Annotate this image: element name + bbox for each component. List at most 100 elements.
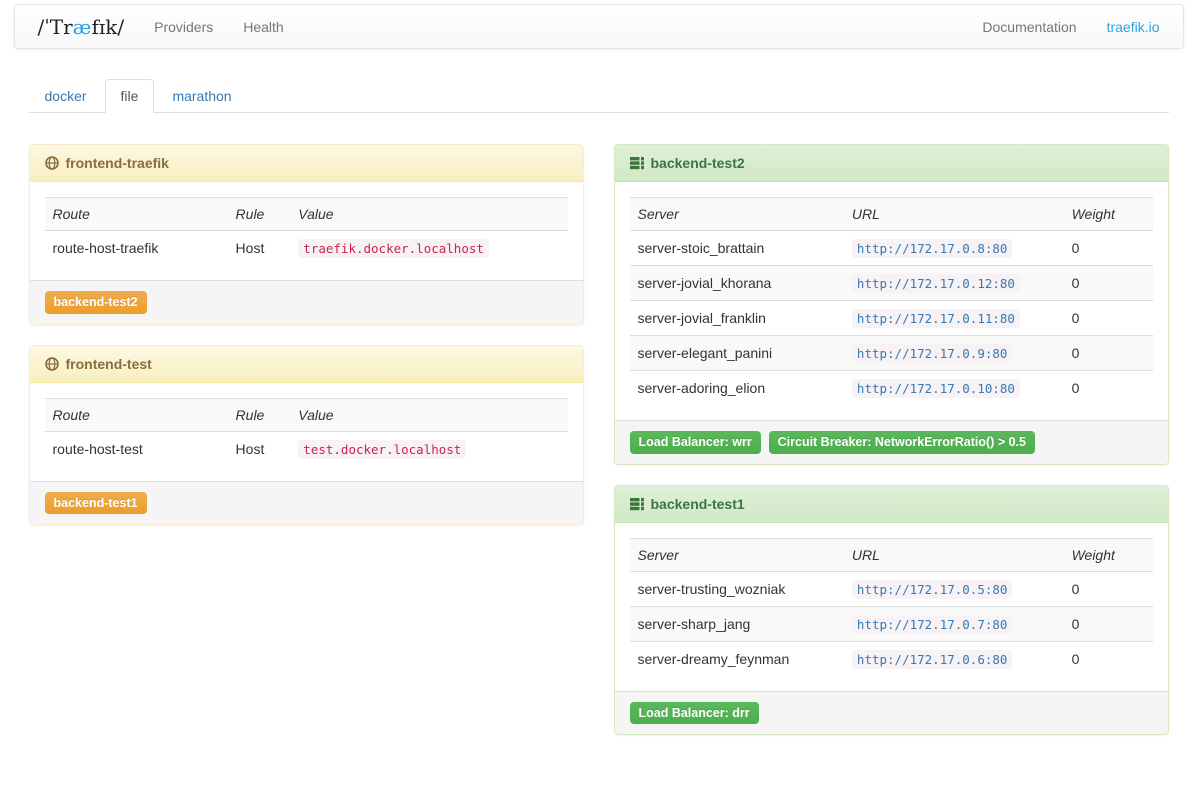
panel-body: Route Rule Value route-host-test Host te…	[30, 383, 583, 481]
table-row: server-elegant_panini http://172.17.0.9:…	[630, 336, 1153, 371]
server-url-link[interactable]: http://172.17.0.5:80	[852, 581, 1013, 597]
navbar-right: Documentation traefik.io	[967, 19, 1174, 35]
panel-footer: backend-test1	[30, 481, 583, 525]
table-row: server-dreamy_feynman http://172.17.0.6:…	[630, 641, 1153, 676]
server-weight: 0	[1064, 571, 1153, 606]
panel-heading: backend-test1	[615, 486, 1168, 523]
panel-backend-test2: backend-test2 Server URL Weight	[614, 144, 1169, 465]
route-rule: Host	[228, 431, 291, 466]
provider-tabs: docker file marathon	[29, 79, 1169, 113]
server-url-link[interactable]: http://172.17.0.7:80	[852, 616, 1013, 632]
server-weight: 0	[1064, 641, 1153, 676]
panel-heading: frontend-test	[30, 346, 583, 383]
table-row: server-sharp_jang http://172.17.0.7:80 0	[630, 606, 1153, 641]
table-row: server-trusting_wozniak http://172.17.0.…	[630, 571, 1153, 606]
server-weight: 0	[1064, 231, 1153, 266]
col-server: Server	[630, 198, 844, 231]
tab-marathon[interactable]: marathon	[156, 79, 247, 113]
circuit-breaker-badge: Circuit Breaker: NetworkErrorRatio() > 0…	[769, 431, 1035, 454]
table-row: route-host-test Host test.docker.localho…	[45, 431, 568, 466]
route-value: test.docker.localhost	[298, 440, 466, 459]
server-weight: 0	[1064, 371, 1153, 406]
route-rule: Host	[228, 231, 291, 266]
panel-title: backend-test2	[651, 155, 745, 171]
route-name: route-host-traefik	[45, 231, 228, 266]
server-name: server-jovial_khorana	[630, 266, 844, 301]
server-url-link[interactable]: http://172.17.0.6:80	[852, 651, 1013, 667]
col-weight: Weight	[1064, 198, 1153, 231]
globe-icon	[45, 156, 59, 170]
col-value: Value	[290, 198, 567, 231]
col-value: Value	[290, 398, 567, 431]
server-name: server-trusting_wozniak	[630, 571, 844, 606]
server-url-link[interactable]: http://172.17.0.10:80	[852, 380, 1020, 396]
route-name: route-host-test	[45, 431, 228, 466]
server-weight: 0	[1064, 336, 1153, 371]
panel-title: frontend-test	[66, 356, 152, 372]
frontends-column: frontend-traefik Route Rule Value	[29, 144, 584, 545]
servers-table: Server URL Weight server-stoic_brattain …	[630, 197, 1153, 405]
load-balancer-badge: Load Balancer: drr	[630, 702, 759, 725]
tasks-icon	[630, 497, 644, 511]
panel-body: Route Rule Value route-host-traefik Host…	[30, 182, 583, 280]
panel-footer: backend-test2	[30, 280, 583, 324]
routes-table: Route Rule Value route-host-traefik Host…	[45, 197, 568, 265]
brand-ae: æ	[73, 15, 92, 39]
server-name: server-adoring_elion	[630, 371, 844, 406]
panel-footer: Load Balancer: drr	[615, 691, 1168, 735]
tab-docker[interactable]: docker	[29, 79, 103, 113]
server-url-link[interactable]: http://172.17.0.9:80	[852, 345, 1013, 361]
server-name: server-dreamy_feynman	[630, 641, 844, 676]
nav-health[interactable]: Health	[228, 19, 298, 35]
col-url: URL	[844, 198, 1064, 231]
col-url: URL	[844, 538, 1064, 571]
brand-pre: /ˈTr	[38, 15, 73, 39]
nav-documentation[interactable]: Documentation	[967, 19, 1091, 35]
backend-badge: backend-test1	[45, 492, 147, 515]
server-weight: 0	[1064, 606, 1153, 641]
tasks-icon	[630, 156, 644, 170]
panel-footer: Load Balancer: wrr Circuit Breaker: Netw…	[615, 420, 1168, 464]
panel-frontend-traefik: frontend-traefik Route Rule Value	[29, 144, 584, 325]
col-server: Server	[630, 538, 844, 571]
col-weight: Weight	[1064, 538, 1153, 571]
col-rule: Rule	[228, 198, 291, 231]
nav-providers[interactable]: Providers	[139, 19, 228, 35]
panel-backend-test1: backend-test1 Server URL Weight	[614, 485, 1169, 736]
servers-table: Server URL Weight server-trusting_woznia…	[630, 538, 1153, 676]
routes-table: Route Rule Value route-host-test Host te…	[45, 398, 568, 466]
server-url-link[interactable]: http://172.17.0.11:80	[852, 310, 1020, 326]
panel-body: Server URL Weight server-stoic_brattain …	[615, 182, 1168, 420]
server-name: server-elegant_panini	[630, 336, 844, 371]
server-url-link[interactable]: http://172.17.0.8:80	[852, 240, 1013, 256]
server-name: server-sharp_jang	[630, 606, 844, 641]
table-row: server-stoic_brattain http://172.17.0.8:…	[630, 231, 1153, 266]
table-row: server-jovial_franklin http://172.17.0.1…	[630, 301, 1153, 336]
tab-file[interactable]: file	[105, 79, 155, 113]
col-rule: Rule	[228, 398, 291, 431]
server-weight: 0	[1064, 301, 1153, 336]
navbar: /ˈTræfɪk/ Providers Health Documentation…	[14, 4, 1184, 49]
brand-logo[interactable]: /ˈTræfɪk/	[23, 15, 140, 39]
col-route: Route	[45, 398, 228, 431]
route-value: traefik.docker.localhost	[298, 239, 489, 258]
server-name: server-stoic_brattain	[630, 231, 844, 266]
server-name: server-jovial_franklin	[630, 301, 844, 336]
server-url-link[interactable]: http://172.17.0.12:80	[852, 275, 1020, 291]
panel-heading: backend-test2	[615, 145, 1168, 182]
panel-body: Server URL Weight server-trusting_woznia…	[615, 523, 1168, 691]
nav-traefik-io[interactable]: traefik.io	[1092, 19, 1175, 35]
backend-badge: backend-test2	[45, 291, 147, 314]
table-row: route-host-traefik Host traefik.docker.l…	[45, 231, 568, 266]
table-row: server-adoring_elion http://172.17.0.10:…	[630, 371, 1153, 406]
panel-title: frontend-traefik	[66, 155, 169, 171]
table-row: server-jovial_khorana http://172.17.0.12…	[630, 266, 1153, 301]
load-balancer-badge: Load Balancer: wrr	[630, 431, 761, 454]
panel-heading: frontend-traefik	[30, 145, 583, 182]
brand-post: fɪk/	[91, 15, 124, 39]
globe-icon	[45, 357, 59, 371]
col-route: Route	[45, 198, 228, 231]
backends-column: backend-test2 Server URL Weight	[614, 144, 1169, 755]
server-weight: 0	[1064, 266, 1153, 301]
panel-title: backend-test1	[651, 496, 745, 512]
